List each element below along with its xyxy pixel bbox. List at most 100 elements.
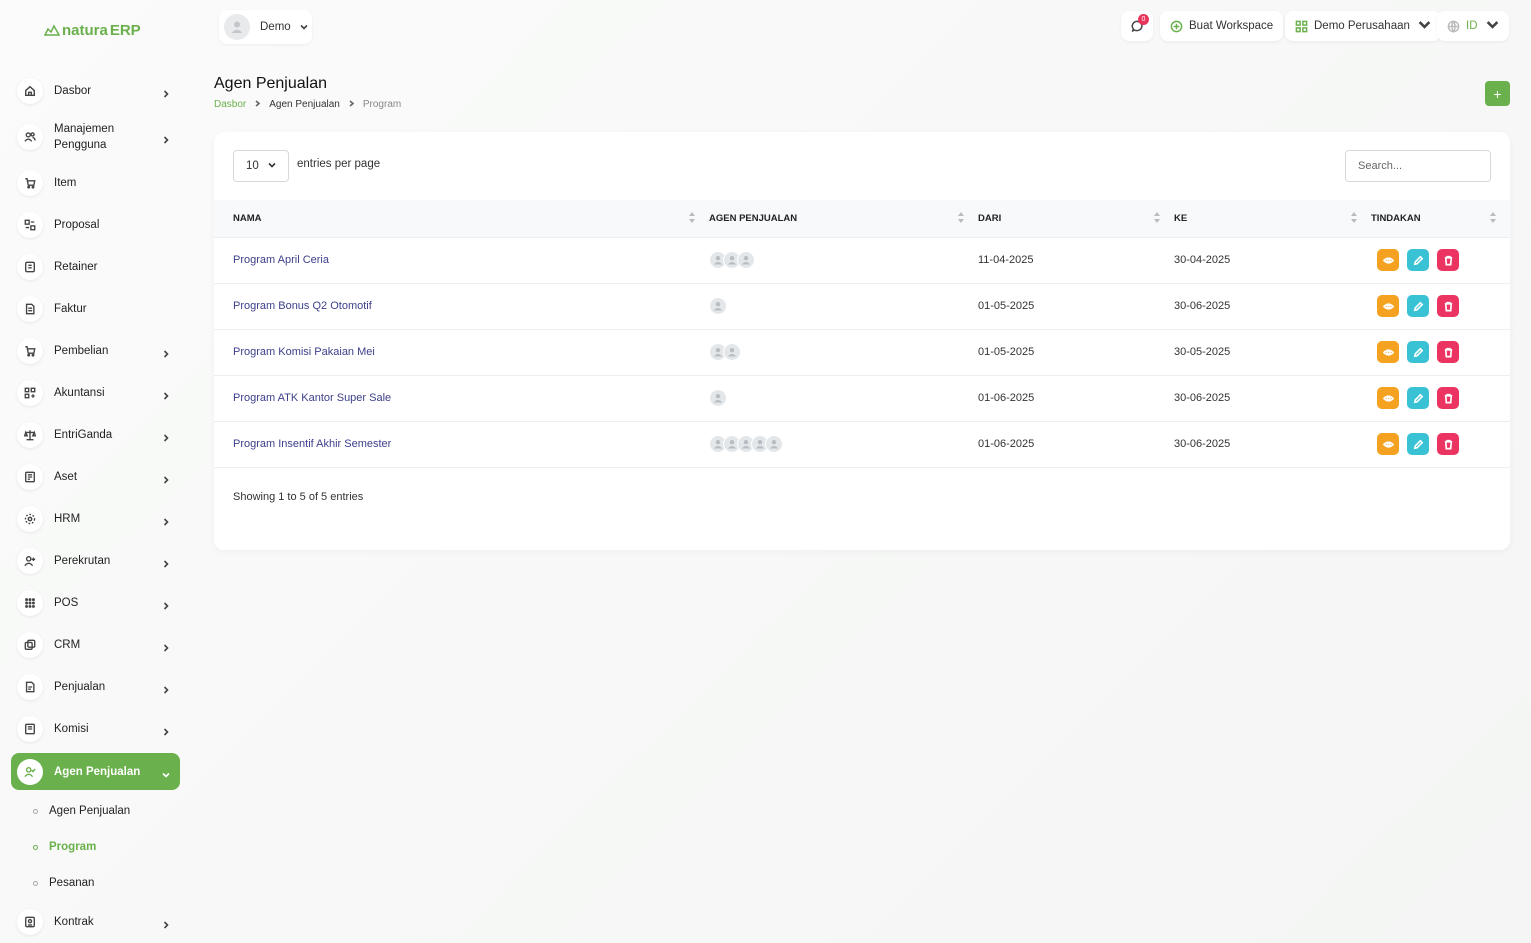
edit-button[interactable] (1407, 295, 1429, 317)
view-button[interactable] (1377, 295, 1399, 317)
company-name: Demo Perusahaan (1314, 20, 1410, 32)
program-table-card: 10 entries per page NAMA AGEN PENJUALAN … (214, 132, 1510, 550)
user-menu[interactable]: Demo (219, 10, 312, 44)
scale-icon (17, 422, 43, 448)
submenu-item-program[interactable]: Program (33, 829, 180, 865)
sidebar-item-perekrutan[interactable]: Perekrutan (11, 540, 180, 582)
sidebar-item-item[interactable]: Item (11, 162, 180, 204)
sidebar: natura ERP Dasbor Manajemen Pengguna Item … (0, 0, 193, 943)
column-header-from[interactable]: DARI (978, 200, 1174, 238)
delete-button[interactable] (1437, 433, 1459, 455)
sort-icon (1351, 212, 1357, 223)
add-program-button[interactable]: + (1485, 81, 1510, 106)
program-name-link[interactable]: Program Komisi Pakaian Mei (214, 329, 709, 375)
chevron-right-icon (162, 87, 170, 98)
view-button[interactable] (1377, 433, 1399, 455)
sidebar-item-aset[interactable]: Aset (11, 456, 180, 498)
entries-per-page-select[interactable]: 10 (233, 150, 289, 182)
delete-button[interactable] (1437, 341, 1459, 363)
submenu-item-pesanan[interactable]: Pesanan (33, 865, 180, 901)
create-workspace-button[interactable]: Buat Workspace (1160, 11, 1284, 41)
sidebar-item-label: Manajemen Pengguna (54, 123, 115, 151)
sidebar-item-komisi[interactable]: Komisi (11, 708, 180, 750)
program-name-link[interactable]: Program April Ceria (214, 237, 709, 283)
pencil-icon (1413, 439, 1423, 449)
breadcrumb-home[interactable]: Dasbor (214, 99, 246, 110)
pencil-icon (1413, 301, 1423, 311)
bullet-icon (33, 880, 38, 886)
agent-avatar[interactable] (709, 297, 727, 315)
pencil-icon (1413, 393, 1423, 403)
sidebar-menu: Dasbor Manajemen Pengguna Item Proposal R… (11, 70, 180, 943)
column-header-agent[interactable]: AGEN PENJUALAN (709, 200, 978, 238)
chevron-down-icon (268, 160, 276, 172)
sidebar-item-kontrak[interactable]: Kontrak (11, 901, 180, 943)
actions-cell (1371, 283, 1510, 329)
view-button[interactable] (1377, 387, 1399, 409)
sidebar-item-pembelian[interactable]: Pembelian (11, 330, 180, 372)
create-workspace-label: Buat Workspace (1189, 20, 1274, 32)
chevron-right-icon (162, 133, 170, 144)
sidebar-item-crm[interactable]: CRM (11, 624, 180, 666)
chat-notification-button[interactable]: 0 (1121, 11, 1153, 41)
agent-avatars (709, 389, 978, 407)
sidebar-item-akuntansi[interactable]: Akuntansi (11, 372, 180, 414)
edit-button[interactable] (1407, 341, 1429, 363)
delete-button[interactable] (1437, 249, 1459, 271)
agent-avatar[interactable] (737, 251, 755, 269)
users-icon (17, 124, 43, 150)
chevron-right-icon (162, 431, 170, 442)
program-name-link[interactable]: Program Bonus Q2 Otomotif (214, 283, 709, 329)
program-name-link[interactable]: Program ATK Kantor Super Sale (214, 375, 709, 421)
home-icon (17, 78, 43, 104)
submenu-item-label: Agen Penjualan (49, 805, 131, 817)
chevron-right-icon (162, 918, 170, 929)
edit-button[interactable] (1407, 387, 1429, 409)
sidebar-item-pos[interactable]: POS (11, 582, 180, 624)
edit-button[interactable] (1407, 433, 1429, 455)
user-icon (231, 21, 243, 33)
submenu-item-agen-penjualan[interactable]: Agen Penjualan (33, 793, 180, 829)
sidebar-item-hrm[interactable]: HRM (11, 498, 180, 540)
sidebar-item-agen-penjualan[interactable]: Agen Penjualan (11, 753, 180, 790)
delete-button[interactable] (1437, 295, 1459, 317)
delete-button[interactable] (1437, 387, 1459, 409)
sidebar-item-manajemen-pengguna[interactable]: Manajemen Pengguna (11, 112, 180, 162)
eye-icon (1382, 256, 1394, 264)
company-selector[interactable]: Demo Perusahaan (1285, 11, 1441, 41)
view-button[interactable] (1377, 341, 1399, 363)
sidebar-item-retainer[interactable]: Retainer (11, 246, 180, 288)
sidebar-item-dasbor[interactable]: Dasbor (11, 70, 180, 112)
sidebar-item-proposal[interactable]: Proposal (11, 204, 180, 246)
sidebar-item-penjualan[interactable]: Penjualan (11, 666, 180, 708)
asset-icon (17, 464, 43, 490)
globe-icon (1447, 20, 1460, 33)
chevron-right-icon (162, 515, 170, 526)
brand-logo[interactable]: natura ERP (44, 20, 141, 40)
breadcrumb-agents[interactable]: Agen Penjualan (269, 99, 340, 110)
program-name-link[interactable]: Program Insentif Akhir Semester (214, 421, 709, 467)
column-header-actions[interactable]: TINDAKAN (1371, 200, 1510, 238)
edit-button[interactable] (1407, 249, 1429, 271)
sidebar-item-label: Akuntansi (54, 387, 105, 399)
agent-avatars (709, 251, 978, 269)
agent-avatar[interactable] (765, 435, 783, 453)
actions-cell (1371, 421, 1510, 467)
language-selector[interactable]: ID (1437, 11, 1509, 41)
view-button[interactable] (1377, 249, 1399, 271)
hrm-icon (17, 506, 43, 532)
column-header-name[interactable]: NAMA (214, 200, 709, 238)
sidebar-item-label: Perekrutan (54, 555, 111, 567)
breadcrumb: Dasbor Agen Penjualan Program (214, 99, 401, 110)
column-header-to[interactable]: KE (1174, 200, 1371, 238)
brand-name-b: ERP (109, 21, 141, 39)
breadcrumb-current: Program (362, 99, 402, 110)
sidebar-item-entriganda[interactable]: EntriGanda (11, 414, 180, 456)
chevron-down-icon (300, 20, 308, 34)
search-input[interactable] (1345, 150, 1491, 182)
agent-avatar[interactable] (723, 343, 741, 361)
chevron-right-icon (162, 557, 170, 568)
sidebar-item-faktur[interactable]: Faktur (11, 288, 180, 330)
agent-avatar[interactable] (709, 389, 727, 407)
sort-icon (1154, 212, 1160, 223)
